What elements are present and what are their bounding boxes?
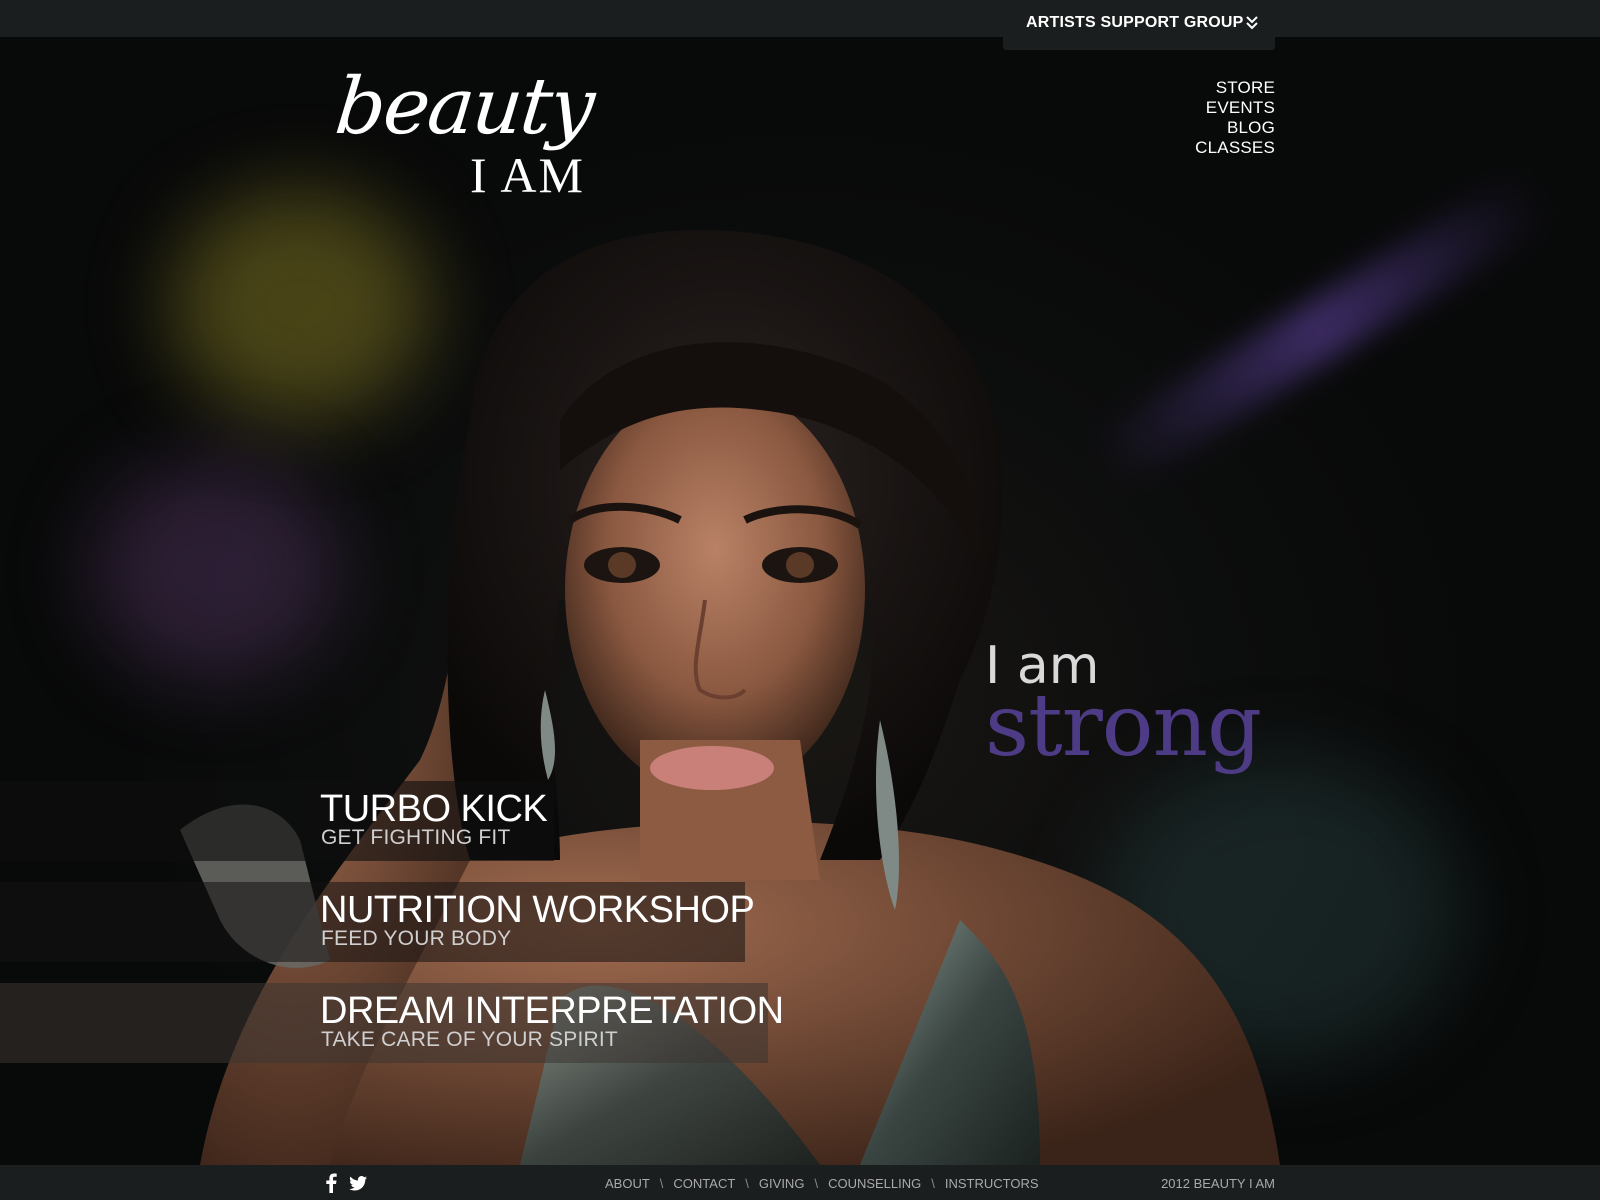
footer-link-counselling[interactable]: COUNSELLING bbox=[828, 1176, 921, 1191]
separator: \ bbox=[814, 1176, 819, 1191]
promo-subtitle: FEED YOUR BODY bbox=[321, 927, 512, 950]
promo-title: TURBO KICK bbox=[320, 788, 548, 830]
nav-blog[interactable]: BLOG bbox=[1195, 118, 1275, 138]
logo-i-am-text: I AM bbox=[470, 147, 585, 203]
social-links bbox=[325, 1173, 367, 1198]
top-bar bbox=[0, 0, 1600, 37]
separator: \ bbox=[745, 1176, 749, 1191]
footer-link-about[interactable]: ABOUT bbox=[605, 1176, 650, 1191]
double-chevron-down-icon[interactable] bbox=[1245, 15, 1259, 36]
artists-support-group-label: ARTISTS SUPPORT GROUP bbox=[1026, 14, 1244, 31]
promo-title: NUTRITION WORKSHOP bbox=[320, 889, 755, 931]
artists-support-group-dropdown[interactable]: ARTISTS SUPPORT GROUP bbox=[1003, 0, 1275, 50]
face-shape bbox=[565, 385, 865, 795]
hero-tagline: I am strong bbox=[985, 640, 1262, 776]
separator: \ bbox=[659, 1176, 664, 1191]
footer-link-giving[interactable]: GIVING bbox=[759, 1176, 805, 1191]
nav-store[interactable]: STORE bbox=[1195, 78, 1275, 98]
tagline-word: strong bbox=[985, 676, 1262, 776]
footer-link-contact[interactable]: CONTACT bbox=[673, 1176, 735, 1191]
facebook-icon[interactable] bbox=[325, 1173, 337, 1198]
main-nav: STORE EVENTS BLOG CLASSES bbox=[1195, 78, 1275, 158]
twitter-icon[interactable] bbox=[349, 1175, 367, 1196]
promo-subtitle: TAKE CARE OF YOUR SPIRIT bbox=[321, 1028, 618, 1051]
copyright-text: 2012 BEAUTY I AM bbox=[1161, 1176, 1275, 1191]
logo-beauty-text: beauty bbox=[331, 62, 597, 152]
site-logo[interactable]: beauty I AM bbox=[330, 62, 620, 212]
separator: \ bbox=[931, 1176, 935, 1191]
footer-link-instructors[interactable]: INSTRUCTORS bbox=[945, 1176, 1039, 1191]
footer: ABOUT \ CONTACT \ GIVING \ COUNSELLING \ INSTRUC… bbox=[0, 1165, 1600, 1200]
promo-dream-interpretation[interactable]: DREAM INTERPRETATION TAKE CARE OF YOUR S… bbox=[0, 983, 784, 1063]
promo-subtitle: GET FIGHTING FIT bbox=[321, 826, 511, 849]
nav-events[interactable]: EVENTS bbox=[1195, 98, 1275, 118]
footer-links: ABOUT \ CONTACT \ GIVING \ COUNSELLING \ INSTRUC… bbox=[605, 1176, 1039, 1191]
promo-nutrition-workshop[interactable]: NUTRITION WORKSHOP FEED YOUR BODY bbox=[0, 882, 755, 962]
promo-title: DREAM INTERPRETATION bbox=[320, 990, 784, 1032]
nav-classes[interactable]: CLASSES bbox=[1195, 138, 1275, 158]
promo-turbo-kick[interactable]: TURBO KICK GET FIGHTING FIT bbox=[0, 781, 554, 861]
